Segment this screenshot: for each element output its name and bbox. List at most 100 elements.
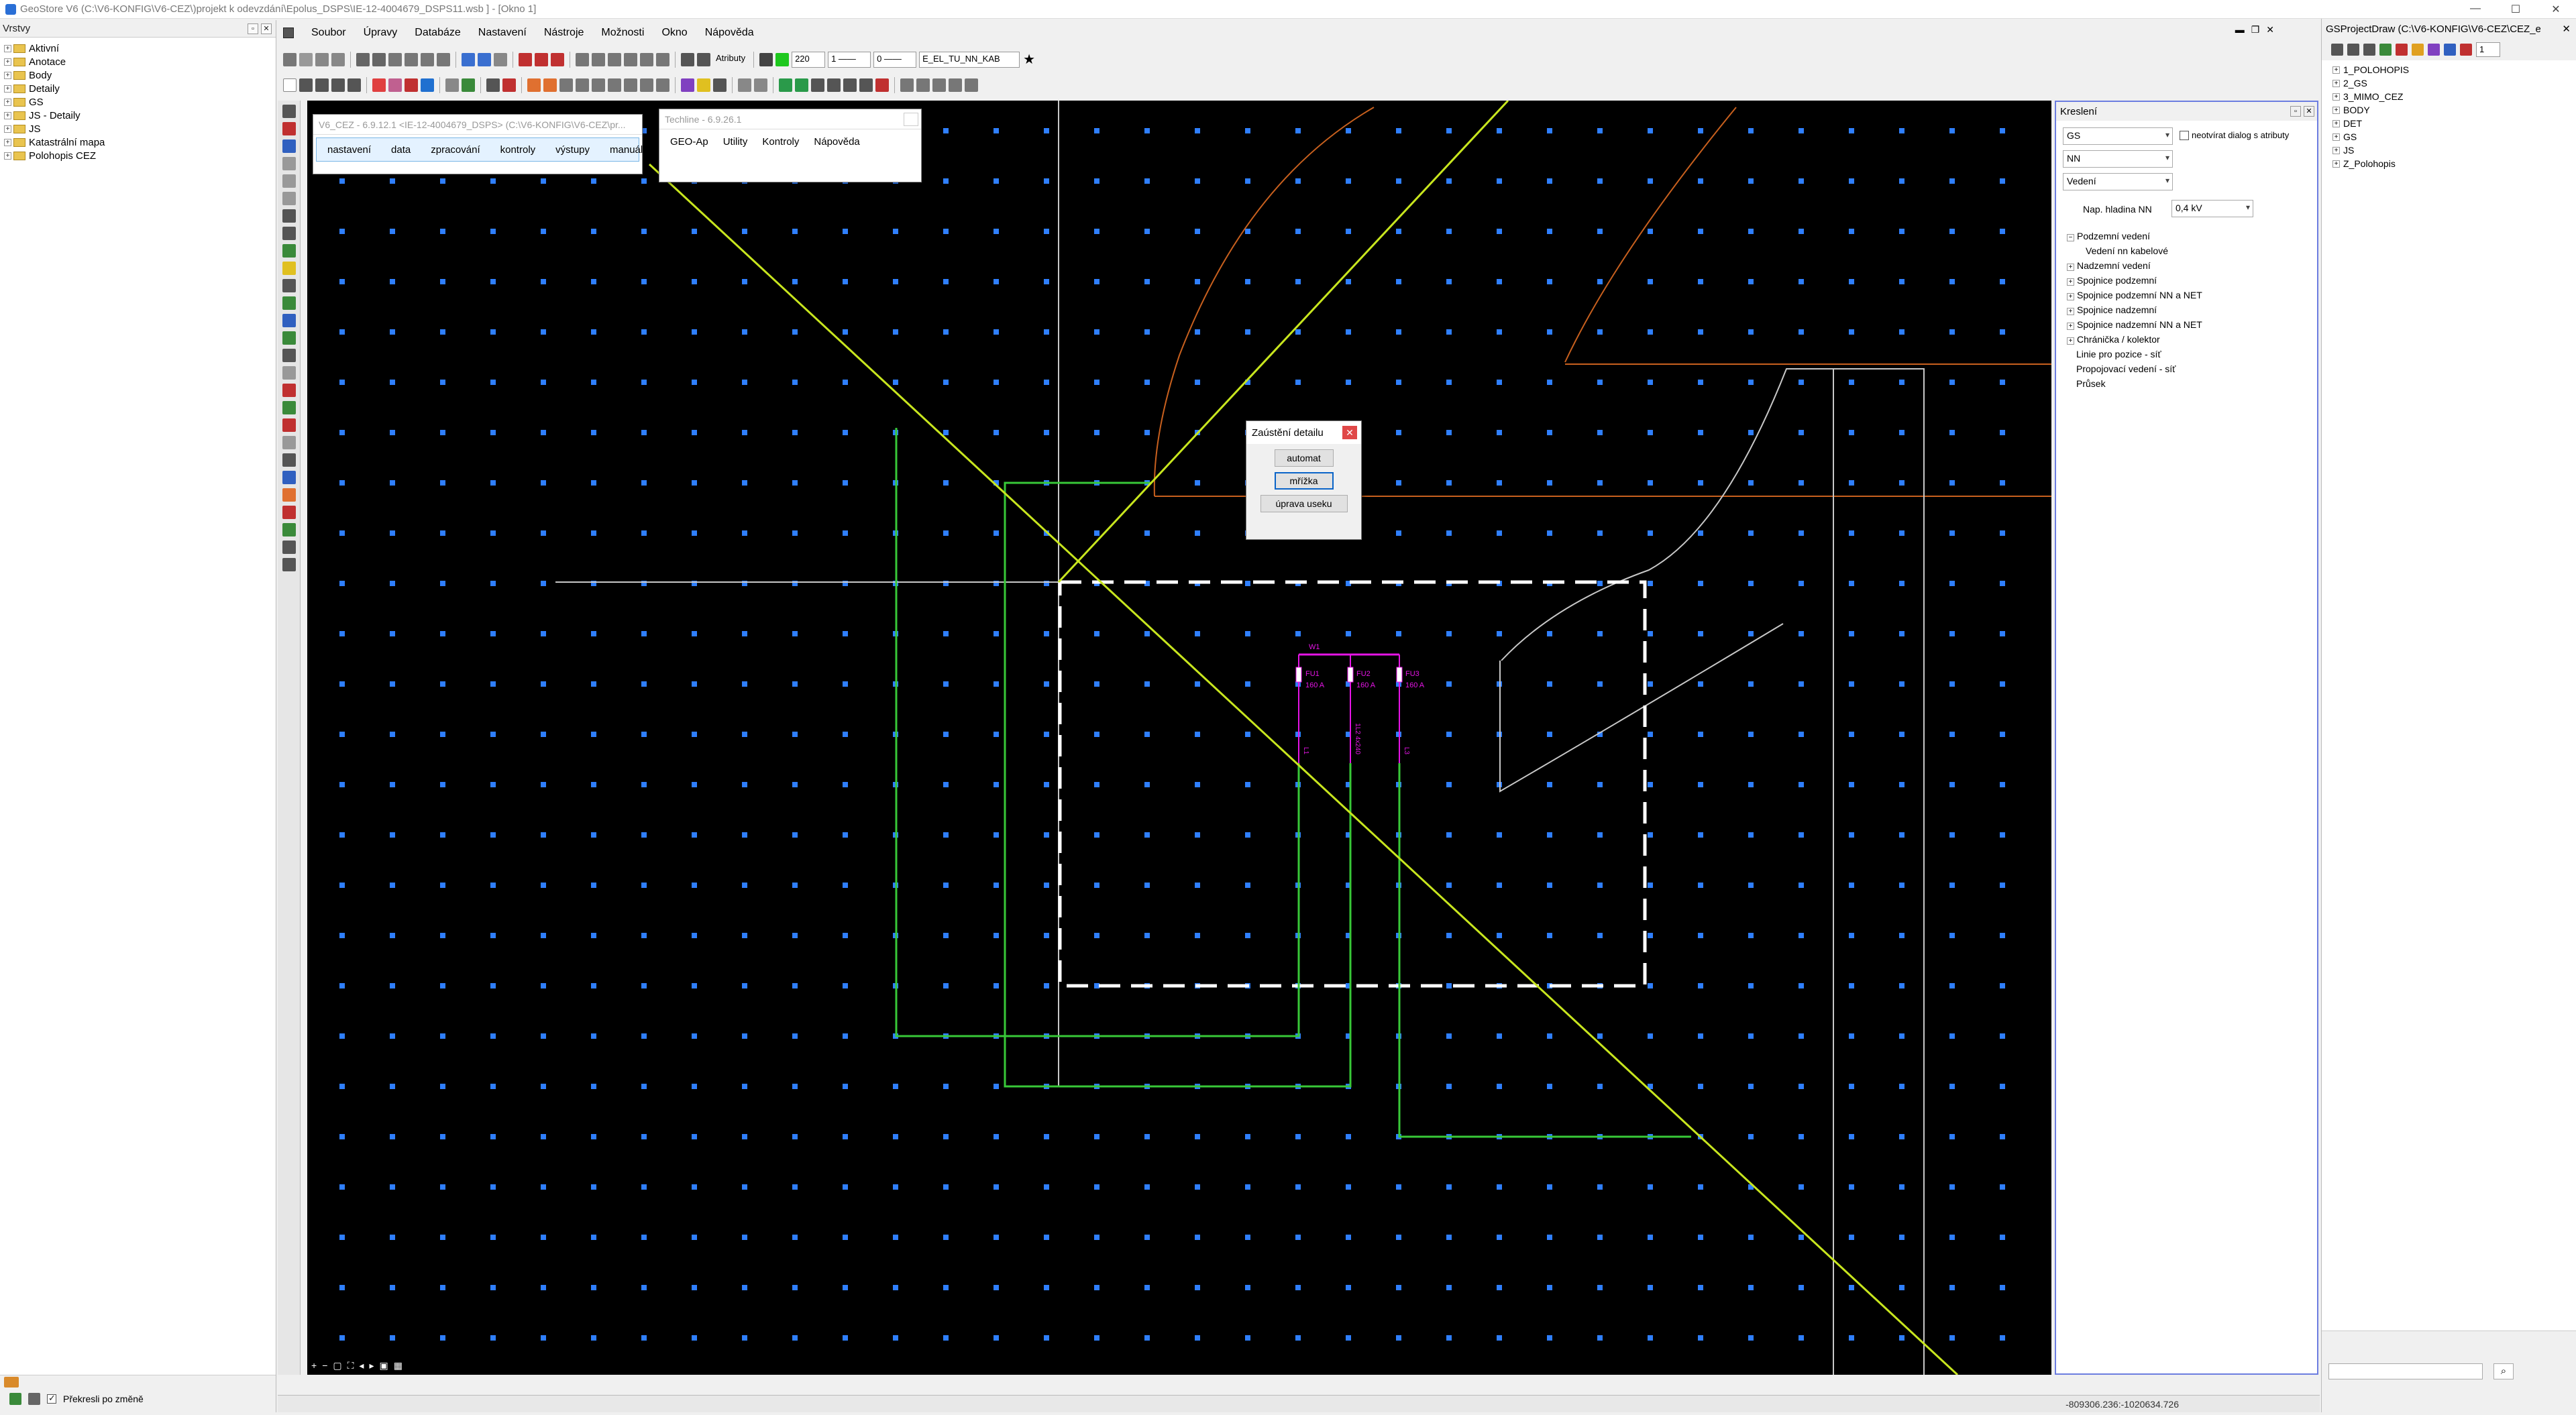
open-icon[interactable]: [299, 78, 313, 92]
layer-item[interactable]: + JS - Detaily: [0, 109, 276, 122]
text-style-icon[interactable]: [900, 78, 914, 92]
tree-node[interactable]: Vedení nn kabelové: [2086, 245, 2168, 256]
layer-item[interactable]: + Anotace: [0, 55, 276, 68]
block-icon[interactable]: [640, 78, 653, 92]
layer-item[interactable]: + Body: [0, 68, 276, 82]
maximize-button[interactable]: ☐: [2496, 3, 2536, 16]
menu-moznosti[interactable]: Možnosti: [601, 27, 644, 39]
no-attribute-dialog-option[interactable]: neotvírat dialog s atributy: [2180, 130, 2289, 140]
layer-name-input[interactable]: E_EL_TU_NN_KAB: [919, 52, 1020, 68]
menu-okno[interactable]: Okno: [661, 27, 687, 39]
export-icon[interactable]: [347, 78, 361, 92]
line-tool-icon[interactable]: [282, 296, 296, 310]
refresh-view-button[interactable]: ▣: [379, 1360, 388, 1371]
techline-menu-kontroly[interactable]: Kontroly: [762, 136, 799, 148]
import-icon[interactable]: [282, 244, 296, 258]
menu-napoveda[interactable]: Nápověda: [705, 27, 754, 39]
expand-icon[interactable]: +: [4, 111, 11, 119]
menu-upravy[interactable]: Úpravy: [364, 27, 398, 39]
font-icon[interactable]: [965, 78, 978, 92]
techline-menu-napoveda[interactable]: Nápověda: [814, 136, 859, 148]
layer-item[interactable]: + GS: [0, 95, 276, 109]
expand-icon[interactable]: +: [4, 84, 11, 93]
clock-icon[interactable]: [282, 227, 296, 240]
techline-menu-geo-ap[interactable]: GEO-Ap: [670, 136, 708, 148]
polyline-icon[interactable]: [372, 53, 386, 66]
node-icon[interactable]: [282, 401, 296, 414]
expand-icon[interactable]: +: [2332, 146, 2340, 154]
layer-item[interactable]: + Aktivní: [0, 42, 276, 55]
techline-close-button[interactable]: [904, 112, 918, 126]
document-icon[interactable]: [283, 27, 294, 38]
cable-icon[interactable]: [795, 78, 808, 92]
height-icon[interactable]: [916, 78, 930, 92]
expand-icon[interactable]: +: [4, 44, 11, 52]
redo-icon[interactable]: [478, 53, 491, 66]
area-tool-icon[interactable]: [282, 331, 296, 345]
project-item[interactable]: + GS: [2322, 130, 2576, 144]
edit-vertex-icon[interactable]: [576, 53, 589, 66]
highlight-icon[interactable]: [697, 78, 710, 92]
grid-icon[interactable]: [559, 78, 573, 92]
techline-menu-utility[interactable]: Utility: [723, 136, 748, 148]
menu-nastroje[interactable]: Nástroje: [544, 27, 584, 39]
copy-icon[interactable]: [315, 53, 329, 66]
style-icon[interactable]: [681, 78, 694, 92]
layer-item[interactable]: + Katastrální mapa: [0, 135, 276, 149]
layer-item[interactable]: + Detaily: [0, 82, 276, 95]
offset-icon[interactable]: [656, 53, 669, 66]
pointer-icon[interactable]: [283, 53, 297, 66]
table-icon[interactable]: [527, 78, 541, 92]
line-icon[interactable]: [356, 53, 370, 66]
cancel-icon[interactable]: [502, 78, 516, 92]
save-as-icon[interactable]: [331, 78, 345, 92]
help-icon[interactable]: [421, 78, 434, 92]
project-item[interactable]: +3_MIMO_CEZ: [2322, 90, 2576, 103]
paint-icon[interactable]: [282, 139, 296, 153]
tree-node[interactable]: Propojovací vedení - síť: [2076, 363, 2176, 374]
new-file-icon[interactable]: [283, 78, 297, 92]
target-icon[interactable]: [282, 436, 296, 449]
expand-icon[interactable]: +: [2332, 93, 2340, 101]
undo-icon[interactable]: [462, 53, 475, 66]
measure-icon[interactable]: [576, 78, 589, 92]
image-icon[interactable]: [282, 523, 296, 536]
line-style-select[interactable]: 1 ——: [828, 52, 871, 68]
expand-icon[interactable]: +: [2332, 133, 2340, 141]
connector-icon[interactable]: [811, 78, 824, 92]
cut-icon[interactable]: [535, 53, 548, 66]
edit-segment-button[interactable]: úprava useku: [1260, 495, 1348, 512]
automat-button[interactable]: automat: [1274, 449, 1334, 467]
cez-menu-data[interactable]: data: [391, 144, 411, 156]
pen-icon[interactable]: [282, 279, 296, 292]
junction-icon[interactable]: [827, 78, 841, 92]
color-swatch-icon[interactable]: [775, 53, 790, 66]
page-icon[interactable]: [282, 209, 296, 223]
cez-menu-manual[interactable]: manuál: [610, 144, 643, 156]
project-delete-icon[interactable]: [2396, 44, 2408, 56]
star-icon[interactable]: ★: [1022, 53, 1036, 66]
open-folder-icon[interactable]: [282, 105, 296, 118]
layers-toggle-icon[interactable]: [754, 78, 767, 92]
delete-line-icon[interactable]: [519, 53, 532, 66]
circle-icon[interactable]: [405, 53, 418, 66]
print-icon[interactable]: [331, 53, 345, 66]
search-icon[interactable]: ⌕: [2493, 1363, 2514, 1379]
tree-node[interactable]: Linie pro pozice - síť: [2076, 349, 2161, 359]
minimize-button[interactable]: —: [2455, 3, 2496, 16]
tree-node[interactable]: Průsek: [2076, 378, 2106, 389]
brush-icon[interactable]: [388, 78, 402, 92]
tools-icon[interactable]: [405, 78, 418, 92]
close-icon[interactable]: ✕: [261, 23, 272, 34]
expand-icon[interactable]: +: [4, 58, 11, 66]
expand-icon[interactable]: +: [4, 138, 11, 146]
cez-menu-vystupy[interactable]: výstupy: [555, 144, 590, 156]
refresh-icon[interactable]: [9, 1393, 21, 1405]
text-icon[interactable]: [437, 53, 450, 66]
align-icon[interactable]: [932, 78, 946, 92]
up-icon[interactable]: [859, 78, 873, 92]
network-line-icon[interactable]: [779, 78, 792, 92]
symbol-icon[interactable]: [656, 78, 669, 92]
database-icon[interactable]: [372, 78, 386, 92]
line-width-select[interactable]: 0 ——: [873, 52, 917, 68]
